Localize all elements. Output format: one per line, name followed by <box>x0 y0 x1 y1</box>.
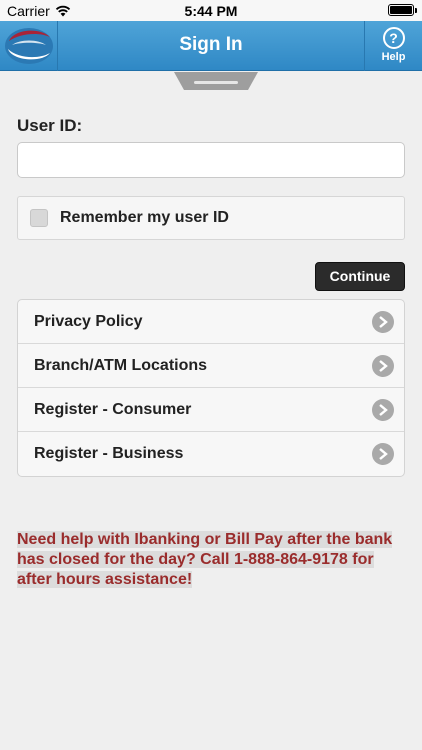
help-button[interactable]: ? Help <box>364 21 422 71</box>
link-register-business[interactable]: Register - Business <box>18 432 404 476</box>
remember-checkbox[interactable] <box>30 209 48 227</box>
battery-level <box>390 6 412 14</box>
pull-down-tab[interactable] <box>174 72 258 90</box>
chevron-right-icon <box>372 311 394 333</box>
remember-userid-row[interactable]: Remember my user ID <box>17 196 405 240</box>
userid-label: User ID: <box>17 116 83 135</box>
status-bar: Carrier 5:44 PM <box>0 0 422 21</box>
app-header: Sign In ? Help <box>0 21 422 71</box>
chevron-right-icon <box>372 355 394 377</box>
after-hours-notice: Need help with Ibanking or Bill Pay afte… <box>17 530 405 590</box>
chevron-right-icon <box>372 443 394 465</box>
link-branch-atm-locations[interactable]: Branch/ATM Locations <box>18 344 404 388</box>
chevron-right-icon <box>372 399 394 421</box>
link-privacy-policy[interactable]: Privacy Policy <box>18 300 404 344</box>
link-label: Register - Business <box>34 445 184 462</box>
help-label: Help <box>381 51 406 63</box>
notice-text: Need help with Ibanking or Bill Pay afte… <box>17 531 393 588</box>
help-icon: ? <box>382 27 405 49</box>
link-register-consumer[interactable]: Register - Consumer <box>18 388 404 432</box>
link-label: Register - Consumer <box>34 400 192 418</box>
battery-tip <box>415 8 417 13</box>
link-label: Privacy Policy <box>34 312 143 330</box>
continue-button[interactable]: Continue <box>315 262 405 291</box>
remember-label: Remember my user ID <box>60 209 229 226</box>
link-label: Branch/ATM Locations <box>34 356 208 374</box>
userid-input[interactable] <box>17 142 405 178</box>
link-list: Privacy Policy Branch/ATM Locations Regi… <box>17 299 405 477</box>
page-title: Sign In <box>179 34 243 55</box>
battery-icon <box>388 4 414 16</box>
status-time: 5:44 PM <box>184 3 238 19</box>
